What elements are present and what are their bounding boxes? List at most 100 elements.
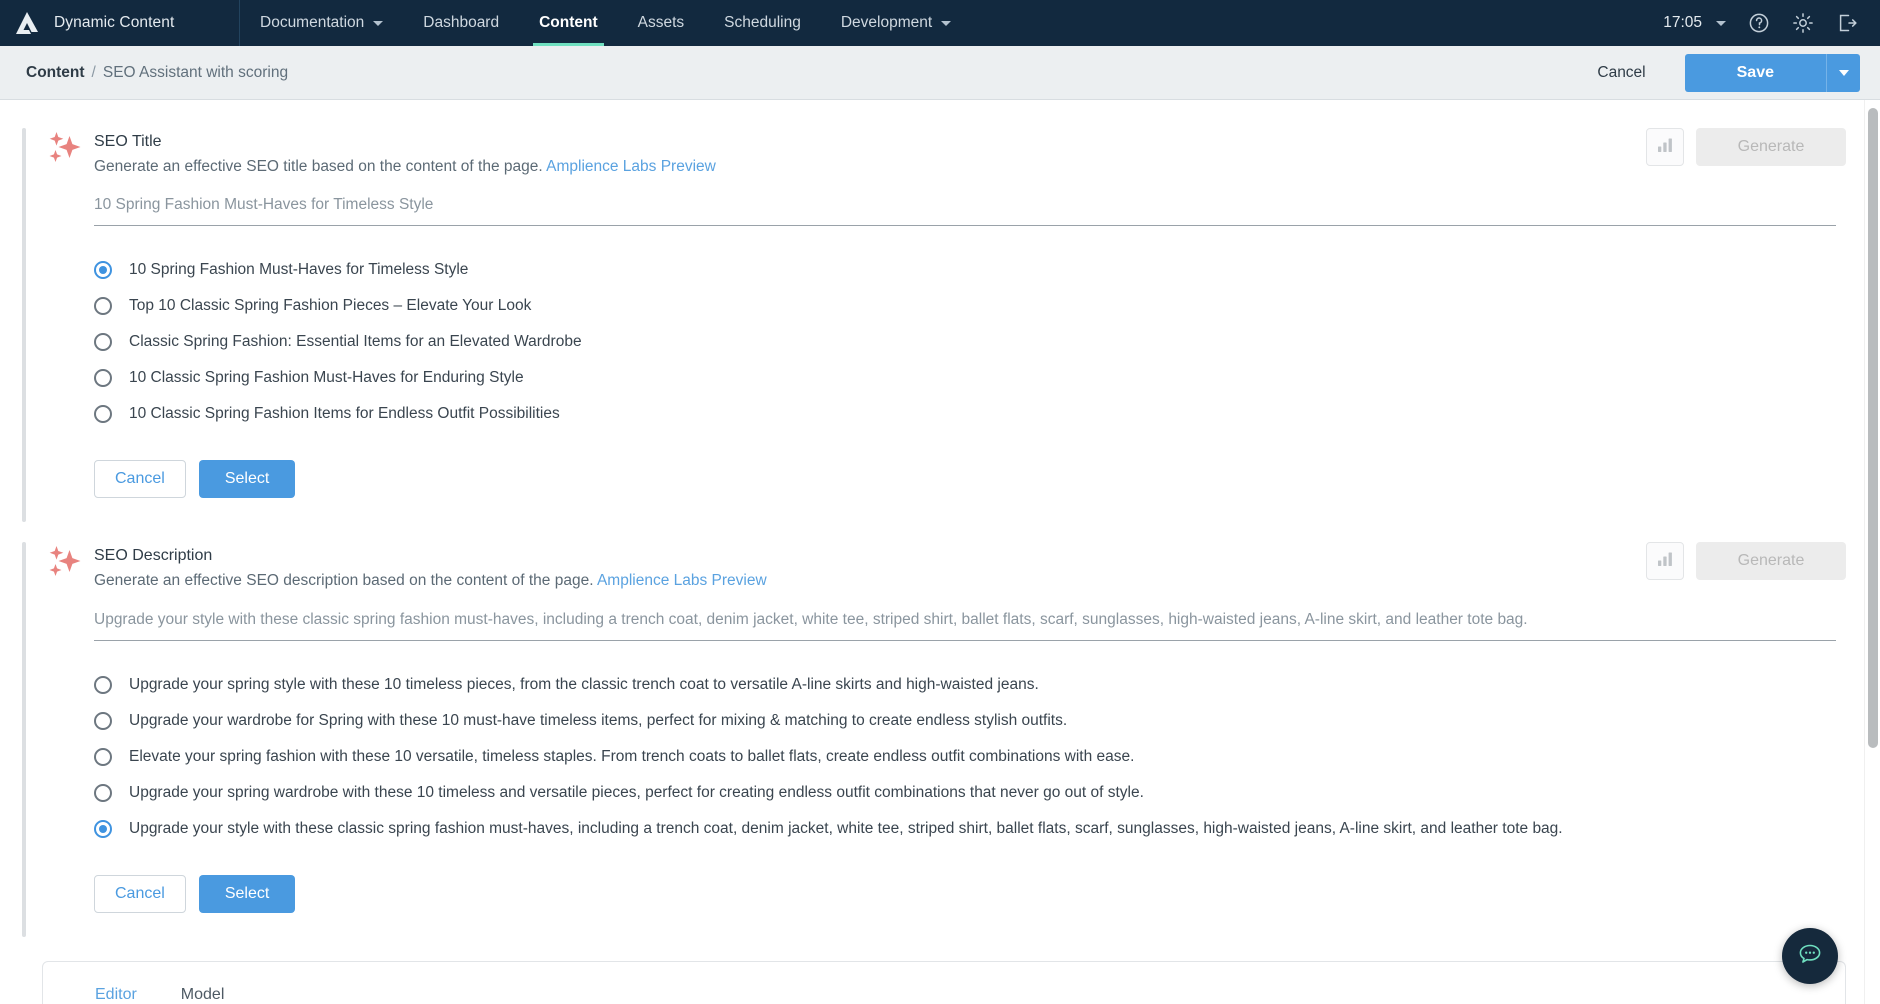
field-description-text: Generate an effective SEO description ba… xyxy=(94,572,594,590)
radio-icon[interactable] xyxy=(94,333,112,352)
cancel-button[interactable]: Cancel xyxy=(1579,56,1663,90)
seo-title-value: 10 Spring Fashion Must-Haves for Timeles… xyxy=(94,196,1836,227)
radio-icon[interactable] xyxy=(94,819,112,838)
cancel-suggestion-button[interactable]: Cancel xyxy=(94,460,186,499)
seo-description-actions: Cancel Select xyxy=(94,874,1846,913)
radio-icon[interactable] xyxy=(94,783,112,802)
tab-editor[interactable]: Editor xyxy=(95,986,137,1004)
field-header: SEO Title Generate an effective SEO titl… xyxy=(42,120,1846,180)
nav-label: Content xyxy=(539,14,598,31)
chevron-down-icon[interactable] xyxy=(1716,20,1726,26)
editor-model-card: Editor Model xyxy=(42,960,1846,1004)
nav-item-scheduling[interactable]: Scheduling xyxy=(704,0,821,46)
chevron-down-icon xyxy=(373,20,384,26)
generate-button[interactable]: Generate xyxy=(1696,128,1846,166)
radio-option[interactable]: Upgrade your spring wardrobe with these … xyxy=(94,775,1846,811)
bar-chart-icon xyxy=(1655,135,1675,160)
radio-option[interactable]: Upgrade your wardrobe for Spring with th… xyxy=(94,703,1846,739)
save-button[interactable]: Save xyxy=(1684,53,1826,92)
nav-label: Assets xyxy=(637,14,685,31)
amplience-labs-preview-link[interactable]: Amplience Labs Preview xyxy=(546,158,716,175)
breadcrumb-root[interactable]: Content xyxy=(26,64,85,82)
radio-icon[interactable] xyxy=(94,711,112,730)
seo-description-value: Upgrade your style with these classic sp… xyxy=(94,611,1836,641)
field-head-actions: Generate xyxy=(1646,126,1846,166)
field-seo-description: SEO Description Generate an effective SE… xyxy=(0,534,1846,942)
brand-name: Dynamic Content xyxy=(54,14,175,31)
radio-option[interactable]: Top 10 Classic Spring Fashion Pieces – E… xyxy=(94,288,1846,324)
field-head-actions: Generate xyxy=(1646,540,1846,581)
radio-icon[interactable] xyxy=(94,747,112,766)
field-rail xyxy=(22,128,26,523)
radio-icon[interactable] xyxy=(94,405,112,424)
field-description: Generate an effective SEO title based on… xyxy=(94,154,1646,180)
chat-button[interactable] xyxy=(1782,928,1838,984)
radio-option-label: 10 Classic Spring Fashion Items for Endl… xyxy=(129,405,560,423)
logout-icon[interactable] xyxy=(1836,12,1858,34)
nav-item-content[interactable]: Content xyxy=(519,0,618,46)
save-dropdown-button[interactable] xyxy=(1826,53,1860,92)
radio-option[interactable]: Upgrade your spring style with these 10 … xyxy=(94,667,1846,703)
field-title: SEO Title xyxy=(94,133,162,150)
field-body: SEO Title Generate an effective SEO titl… xyxy=(22,120,1846,528)
seo-title-actions: Cancel Select xyxy=(94,460,1846,499)
nav-label: Scheduling xyxy=(724,14,801,31)
scrollbar-thumb[interactable] xyxy=(1868,108,1878,748)
nav-item-documentation[interactable]: Documentation xyxy=(240,0,403,46)
radio-option-label: Upgrade your spring wardrobe with these … xyxy=(129,783,1144,801)
radio-option[interactable]: 10 Classic Spring Fashion Items for Endl… xyxy=(94,396,1846,432)
radio-icon[interactable] xyxy=(94,297,112,316)
field-rail xyxy=(22,542,26,937)
field-head-text: SEO Title Generate an effective SEO titl… xyxy=(94,126,1646,180)
seo-description-input[interactable]: Upgrade your style with these classic sp… xyxy=(94,611,1846,641)
help-icon[interactable] xyxy=(1748,12,1770,34)
chevron-down-icon xyxy=(1838,69,1849,76)
cancel-suggestion-button[interactable]: Cancel xyxy=(94,874,186,913)
chevron-down-icon xyxy=(941,20,952,26)
radio-option[interactable]: Elevate your spring fashion with these 1… xyxy=(94,739,1846,775)
clock-label: 17:05 xyxy=(1663,14,1702,31)
gear-icon[interactable] xyxy=(1792,12,1814,34)
radio-option[interactable]: Upgrade your style with these classic sp… xyxy=(94,811,1846,847)
sparkle-icon xyxy=(42,126,88,172)
radio-option[interactable]: Classic Spring Fashion: Essential Items … xyxy=(94,324,1846,360)
select-suggestion-button[interactable]: Select xyxy=(198,874,296,913)
nav-label: Documentation xyxy=(260,14,365,31)
radio-icon[interactable] xyxy=(94,369,112,388)
radio-option-label: Top 10 Classic Spring Fashion Pieces – E… xyxy=(129,297,532,315)
nav-label: Dashboard xyxy=(423,14,500,31)
seo-title-options: 10 Spring Fashion Must-Haves for Timeles… xyxy=(94,252,1846,432)
amplience-labs-preview-link[interactable]: Amplience Labs Preview xyxy=(597,572,767,589)
field-description: Generate an effective SEO description ba… xyxy=(94,568,1646,594)
chat-bubble-icon xyxy=(1795,939,1825,974)
form-scroll-area: SEO Title Generate an effective SEO titl… xyxy=(0,100,1880,1004)
top-navigation-bar: Dynamic Content Documentation Dashboard … xyxy=(0,0,1880,46)
tab-model[interactable]: Model xyxy=(181,986,225,1004)
bar-chart-icon-button[interactable] xyxy=(1646,542,1684,581)
nav-label: Development xyxy=(840,14,933,31)
nav-item-development[interactable]: Development xyxy=(821,0,971,46)
nav-item-assets[interactable]: Assets xyxy=(618,0,705,46)
generate-button[interactable]: Generate xyxy=(1696,542,1846,581)
radio-icon[interactable] xyxy=(94,261,112,280)
radio-option-label: Upgrade your wardrobe for Spring with th… xyxy=(129,711,1068,729)
radio-option-label: Upgrade your style with these classic sp… xyxy=(129,819,1563,837)
radio-icon[interactable] xyxy=(94,675,112,694)
bar-chart-icon-button[interactable] xyxy=(1646,128,1684,166)
breadcrumb-separator: / xyxy=(91,63,96,81)
seo-title-input[interactable]: 10 Spring Fashion Must-Haves for Timeles… xyxy=(94,196,1846,227)
radio-option-label: Classic Spring Fashion: Essential Items … xyxy=(129,333,582,351)
radio-option-label: Elevate your spring fashion with these 1… xyxy=(129,747,1135,765)
nav-item-dashboard[interactable]: Dashboard xyxy=(403,0,519,46)
brand-area[interactable]: Dynamic Content xyxy=(0,0,240,46)
radio-option[interactable]: 10 Classic Spring Fashion Must-Haves for… xyxy=(94,360,1846,396)
form-content: SEO Title Generate an effective SEO titl… xyxy=(0,120,1880,1004)
radio-option[interactable]: 10 Spring Fashion Must-Haves for Timeles… xyxy=(94,252,1846,288)
vertical-scrollbar[interactable] xyxy=(1864,100,1880,1004)
radio-option-label: Upgrade your spring style with these 10 … xyxy=(129,675,1039,693)
top-right-controls: 17:05 xyxy=(1663,0,1880,46)
select-suggestion-button[interactable]: Select xyxy=(198,460,296,499)
radio-option-label: 10 Classic Spring Fashion Must-Haves for… xyxy=(129,369,524,387)
amplience-logo xyxy=(14,10,40,36)
